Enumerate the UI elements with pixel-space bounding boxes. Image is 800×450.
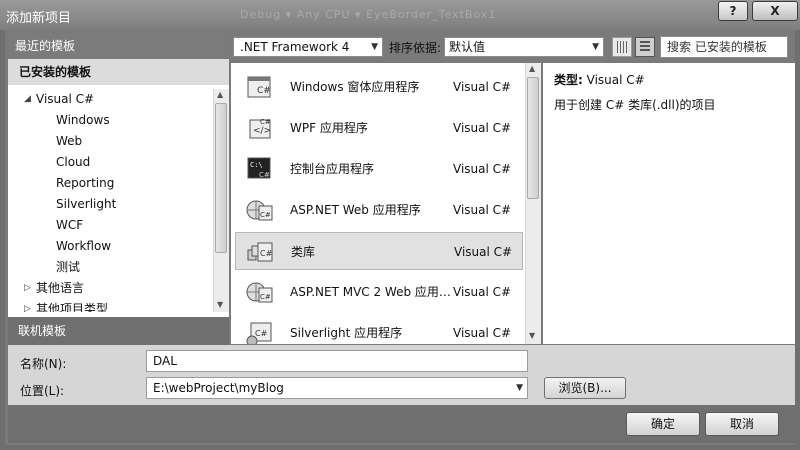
category-tree: ◢ Visual C# Windows Web Cloud Reporting … — [8, 89, 213, 312]
template-language: Visual C# — [454, 245, 513, 259]
location-label: 位置(L): — [20, 384, 65, 398]
template-list-scrollbar[interactable]: ▲ ▼ — [525, 63, 541, 344]
svg-text:C#: C# — [260, 293, 271, 301]
template-name: Silverlight 应用程序 — [290, 326, 403, 340]
tree-item-web[interactable]: Web — [56, 131, 82, 151]
close-button[interactable]: X — [752, 1, 798, 21]
scroll-thumb[interactable] — [527, 77, 539, 199]
template-categories-panel: 最近的模板 已安装的模板 ◢ Visual C# Windows Web Clo… — [8, 33, 229, 345]
template-type: 类型: Visual C# — [554, 71, 645, 88]
silverlight-icon: C# — [246, 322, 272, 344]
template-name: WPF 应用程序 — [290, 121, 368, 135]
template-row[interactable]: C# ASP.NET Web 应用程序 Visual C# — [235, 191, 523, 229]
sort-value: 默认值 — [449, 40, 486, 54]
tree-item-wcf[interactable]: WCF — [56, 215, 83, 235]
scroll-down-icon[interactable]: ▼ — [529, 331, 535, 340]
template-row[interactable]: C# Windows 窗体应用程序 Visual C# — [235, 68, 523, 106]
template-details-panel: 类型: Visual C# 用于创建 C# 类库(.dll)的项目 — [543, 63, 795, 344]
dropdown-arrow-icon: ▼ — [592, 42, 599, 52]
svg-text:C#: C# — [259, 171, 270, 179]
tree-item-other-languages[interactable]: 其他语言 — [36, 278, 84, 298]
template-language: Visual C# — [453, 203, 512, 217]
title-bar: 添加新项目 Debug ▾ Any CPU ▾ EyeBorder_TextBo… — [0, 0, 800, 30]
scroll-up-icon[interactable]: ▲ — [217, 90, 223, 99]
tree-item-test[interactable]: 测试 — [56, 257, 80, 277]
class-library-icon: C# — [247, 242, 273, 262]
dropdown-arrow-icon[interactable]: ▼ — [516, 378, 523, 398]
collapsed-arrow-icon[interactable]: ▷ — [24, 283, 31, 293]
background-toolbar-text: Debug ▾ Any CPU ▾ EyeBorder_TextBox1 — [240, 8, 497, 21]
template-name: Windows 窗体应用程序 — [290, 80, 420, 94]
window-title: 添加新项目 — [6, 11, 72, 26]
template-name: ASP.NET Web 应用程序 — [290, 203, 421, 217]
svg-text:</>: </> — [253, 126, 271, 136]
tree-item-cloud[interactable]: Cloud — [56, 152, 90, 172]
project-form: 名称(N): DAL 位置(L): E:\webProject\myBlog ▼… — [8, 345, 795, 405]
tree-item-silverlight[interactable]: Silverlight — [56, 194, 116, 214]
template-description: 用于创建 C# 类库(.dll)的项目 — [554, 98, 716, 112]
tree-item-other-project-types[interactable]: 其他项目类型 — [36, 299, 108, 312]
online-templates-header[interactable]: 联机模板 — [8, 317, 229, 345]
framework-select[interactable]: .NET Framework 4 ▼ — [233, 37, 383, 57]
svg-text:C#: C# — [260, 211, 271, 219]
framework-value: .NET Framework 4 — [240, 40, 350, 54]
template-row-selected[interactable]: C# 类库 Visual C# — [235, 232, 523, 270]
sort-label: 排序依据: — [389, 41, 442, 55]
template-name: 类库 — [291, 245, 316, 259]
sort-select[interactable]: 默认值 ▼ — [444, 37, 604, 57]
svg-text:C#: C# — [260, 249, 273, 258]
template-language: Visual C# — [453, 162, 512, 176]
dropdown-arrow-icon: ▼ — [371, 42, 378, 52]
tree-item-workflow[interactable]: Workflow — [56, 236, 111, 256]
search-input[interactable]: 搜索 已安装的模板 — [660, 36, 788, 58]
list-view-button[interactable] — [635, 37, 655, 57]
type-label: 类型: — [554, 73, 583, 87]
name-label: 名称(N): — [20, 357, 67, 371]
location-field[interactable]: E:\webProject\myBlog ▼ — [146, 377, 528, 399]
scroll-up-icon[interactable]: ▲ — [529, 64, 535, 73]
help-button[interactable]: ? — [718, 1, 748, 21]
mvc-icon: C# — [246, 282, 273, 303]
template-list: C# Windows 窗体应用程序 Visual C# </> C# WPF 应用… — [231, 63, 525, 344]
category-scrollbar[interactable]: ▲ ▼ — [213, 89, 229, 312]
cancel-button[interactable]: 取消 — [705, 412, 779, 436]
type-value: Visual C# — [586, 73, 645, 87]
grid-view-icon — [617, 41, 627, 53]
small-icons-view-button[interactable] — [612, 37, 632, 57]
template-row[interactable]: C:\ C# 控制台应用程序 Visual C# — [235, 150, 523, 188]
template-name: ASP.NET MVC 2 Web 应用… — [290, 285, 451, 299]
template-row[interactable]: C# ASP.NET MVC 2 Web 应用… Visual C# — [235, 273, 523, 311]
scroll-down-icon[interactable]: ▼ — [217, 300, 223, 309]
web-app-icon: C# — [246, 200, 273, 221]
tree-item-reporting[interactable]: Reporting — [56, 173, 114, 193]
tree-item-windows[interactable]: Windows — [56, 110, 110, 130]
dialog-footer: 确定 取消 — [8, 405, 795, 443]
template-language: Visual C# — [453, 285, 512, 299]
location-value: E:\webProject\myBlog — [153, 381, 284, 395]
template-row[interactable]: </> C# WPF 应用程序 Visual C# — [235, 109, 523, 147]
svg-text:C#: C# — [260, 118, 271, 126]
template-language: Visual C# — [453, 326, 512, 340]
installed-templates-header[interactable]: 已安装的模板 — [8, 59, 229, 85]
ok-button[interactable]: 确定 — [626, 412, 700, 436]
template-row[interactable]: C# Silverlight 应用程序 Visual C# — [235, 314, 523, 344]
svg-text:C:\: C:\ — [250, 161, 263, 169]
svg-text:C#: C# — [257, 86, 271, 96]
tree-item-visual-csharp[interactable]: Visual C# — [36, 89, 94, 109]
browse-button[interactable]: 浏览(B)... — [544, 377, 626, 399]
wpf-icon: </>C# — [249, 118, 271, 139]
template-language: Visual C# — [453, 80, 512, 94]
list-view-icon — [640, 41, 650, 53]
console-icon: C:\ C# — [247, 157, 271, 179]
template-name: 控制台应用程序 — [290, 162, 375, 176]
name-field[interactable]: DAL — [146, 350, 528, 372]
svg-text:C#: C# — [255, 329, 268, 338]
windows-forms-icon: C# — [247, 76, 271, 98]
collapsed-arrow-icon[interactable]: ▷ — [24, 304, 31, 312]
recent-templates-header[interactable]: 最近的模板 — [8, 33, 229, 59]
scroll-thumb[interactable] — [215, 103, 227, 253]
expanded-arrow-icon[interactable]: ◢ — [24, 94, 31, 104]
template-language: Visual C# — [453, 121, 512, 135]
